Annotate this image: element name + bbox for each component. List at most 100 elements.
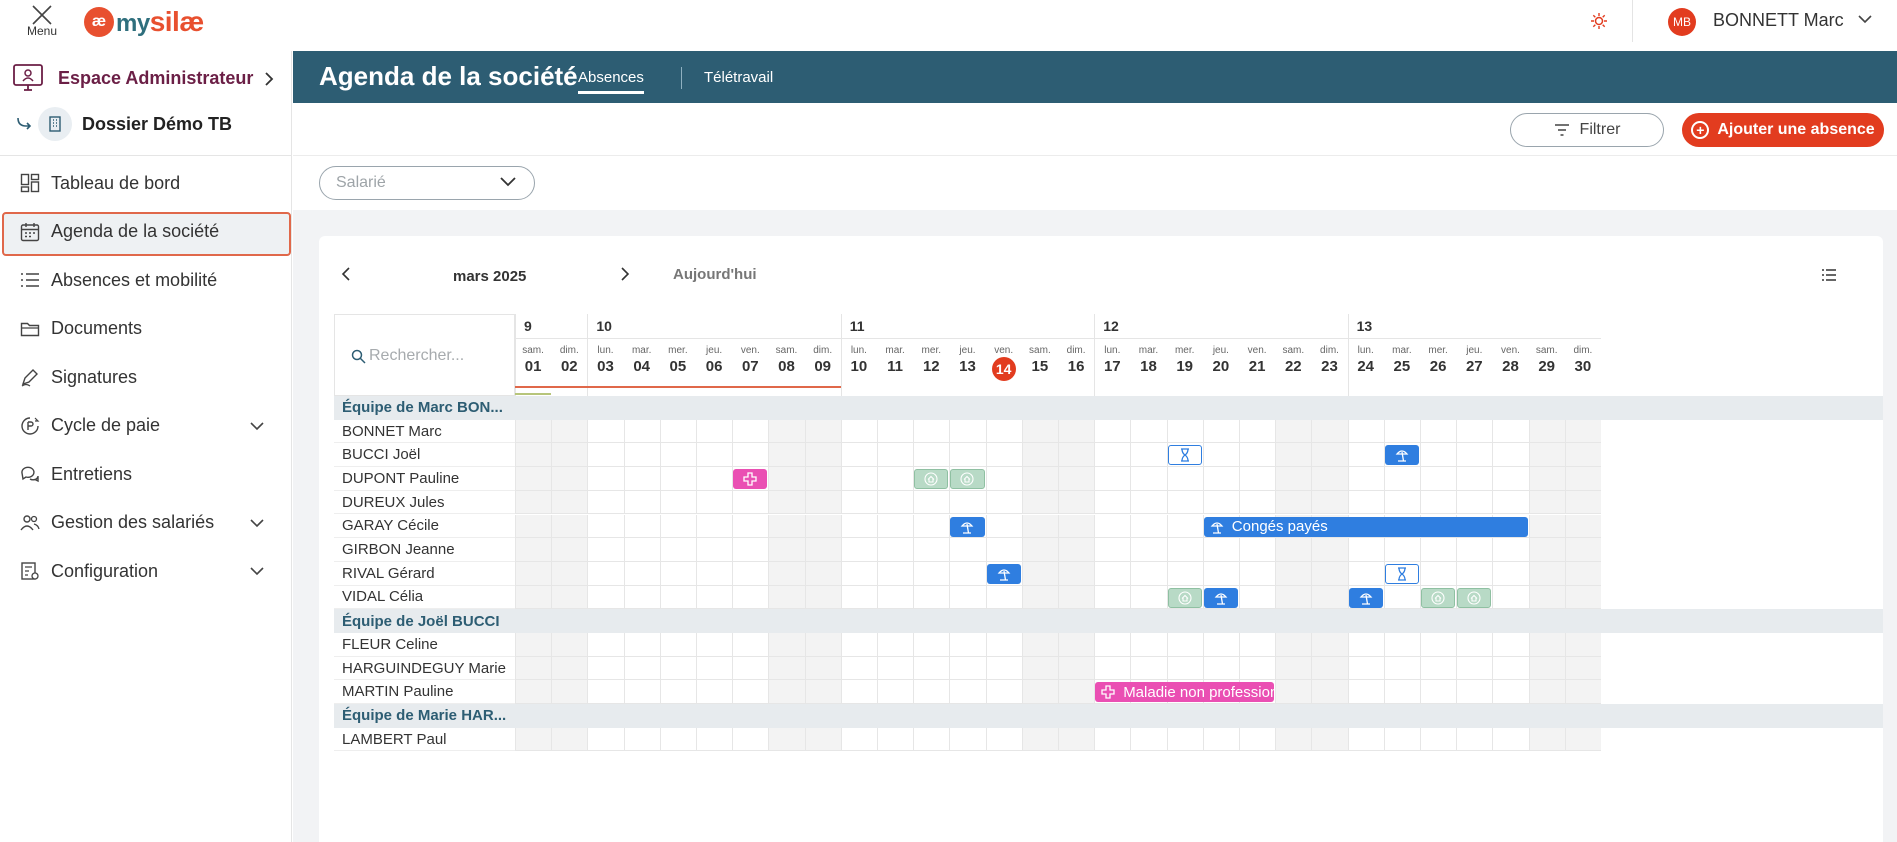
day-cell[interactable] [804, 680, 841, 705]
day-cell[interactable] [1239, 538, 1276, 562]
absence-event[interactable] [1384, 563, 1419, 584]
absence-event[interactable] [1457, 587, 1492, 608]
day-cell[interactable] [659, 490, 696, 515]
day-cell[interactable] [587, 443, 624, 468]
day-cell[interactable] [1058, 585, 1095, 610]
day-cell[interactable] [768, 443, 805, 468]
day-cell[interactable] [659, 561, 696, 586]
day-cell[interactable] [1239, 727, 1276, 752]
day-cell[interactable] [587, 490, 624, 515]
day-cell[interactable] [551, 490, 588, 515]
day-cell[interactable] [804, 656, 841, 681]
team-row[interactable]: Équipe de Marie HAR... [334, 704, 1883, 728]
day-cell[interactable] [768, 538, 805, 562]
day-cell[interactable] [1347, 727, 1384, 752]
app-logo[interactable]: æ mysilæ [84, 6, 204, 38]
day-cell[interactable] [551, 585, 588, 610]
day-cell[interactable] [1202, 467, 1239, 491]
tab-teletravail[interactable]: Télétravail [704, 69, 773, 86]
day-cell[interactable] [1130, 727, 1167, 752]
day-cell[interactable] [949, 443, 986, 468]
day-cell[interactable] [1094, 538, 1131, 562]
day-cell[interactable] [1528, 490, 1565, 515]
day-cell[interactable] [913, 727, 950, 752]
day-cell[interactable] [1166, 467, 1203, 491]
day-cell[interactable] [1311, 656, 1348, 681]
day-cell[interactable] [1130, 585, 1167, 610]
day-cell[interactable] [913, 490, 950, 515]
day-cell[interactable] [1311, 680, 1348, 705]
day-cell[interactable] [1564, 585, 1601, 610]
day-cell[interactable] [1311, 538, 1348, 562]
day-cell[interactable] [804, 467, 841, 491]
day-cell[interactable] [913, 585, 950, 610]
day-cell[interactable] [732, 633, 769, 657]
team-row[interactable]: Équipe de Marc BON... [334, 396, 1883, 420]
day-cell[interactable] [768, 490, 805, 515]
day-cell[interactable] [1420, 561, 1457, 586]
day-cell[interactable] [1166, 419, 1203, 444]
day-cell[interactable] [623, 467, 660, 491]
day-cell[interactable] [877, 680, 914, 705]
day-cell[interactable] [1058, 419, 1095, 444]
day-cell[interactable] [659, 585, 696, 610]
sidebar-item-agenda-de-la-société[interactable]: Agenda de la société [0, 208, 292, 257]
day-cell[interactable] [840, 514, 877, 539]
absence-event[interactable] [950, 469, 985, 490]
day-cell[interactable] [1420, 680, 1457, 705]
day-cell[interactable] [1021, 585, 1058, 610]
absence-event[interactable]: Maladie non professionnelle [1095, 682, 1275, 703]
day-cell[interactable] [913, 561, 950, 586]
day-cell[interactable] [840, 585, 877, 610]
day-cell[interactable] [1383, 490, 1420, 515]
day-cell[interactable] [768, 514, 805, 539]
day-cell[interactable] [732, 514, 769, 539]
day-cell[interactable] [515, 490, 552, 515]
day-cell[interactable] [1492, 633, 1529, 657]
day-cell[interactable] [1311, 467, 1348, 491]
day-cell[interactable] [1564, 656, 1601, 681]
day-cell[interactable] [587, 419, 624, 444]
day-cell[interactable] [1564, 443, 1601, 468]
day-cell[interactable] [1202, 490, 1239, 515]
day-cell[interactable] [623, 656, 660, 681]
chevron-left-icon[interactable] [341, 266, 351, 282]
day-cell[interactable] [1492, 443, 1529, 468]
day-cell[interactable] [551, 633, 588, 657]
day-cell[interactable] [1239, 585, 1276, 610]
day-cell[interactable] [1528, 514, 1565, 539]
day-cell[interactable] [949, 538, 986, 562]
day-cell[interactable] [1275, 585, 1312, 610]
day-cell[interactable] [1275, 443, 1312, 468]
absence-event[interactable]: Congés payés [1203, 516, 1528, 537]
day-cell[interactable] [1528, 633, 1565, 657]
day-cell[interactable] [659, 656, 696, 681]
sidebar-item-documents[interactable]: Documents [0, 305, 292, 354]
day-cell[interactable] [1492, 727, 1529, 752]
day-cell[interactable] [1021, 514, 1058, 539]
day-cell[interactable] [1347, 656, 1384, 681]
day-cell[interactable] [696, 443, 733, 468]
day-cell[interactable] [1239, 633, 1276, 657]
absence-event[interactable] [1167, 587, 1202, 608]
day-cell[interactable] [587, 633, 624, 657]
day-cell[interactable] [623, 443, 660, 468]
day-cell[interactable] [768, 467, 805, 491]
day-cell[interactable] [515, 680, 552, 705]
day-cell[interactable] [1456, 680, 1493, 705]
day-cell[interactable] [587, 514, 624, 539]
day-cell[interactable] [913, 538, 950, 562]
day-cell[interactable] [949, 561, 986, 586]
day-cell[interactable] [768, 561, 805, 586]
day-cell[interactable] [1456, 656, 1493, 681]
day-cell[interactable] [1094, 585, 1131, 610]
day-cell[interactable] [1239, 467, 1276, 491]
day-cell[interactable] [877, 467, 914, 491]
day-cell[interactable] [1420, 538, 1457, 562]
day-cell[interactable] [696, 680, 733, 705]
day-cell[interactable] [1492, 585, 1529, 610]
day-cell[interactable] [877, 585, 914, 610]
day-cell[interactable] [840, 727, 877, 752]
day-cell[interactable] [1347, 680, 1384, 705]
day-cell[interactable] [949, 727, 986, 752]
